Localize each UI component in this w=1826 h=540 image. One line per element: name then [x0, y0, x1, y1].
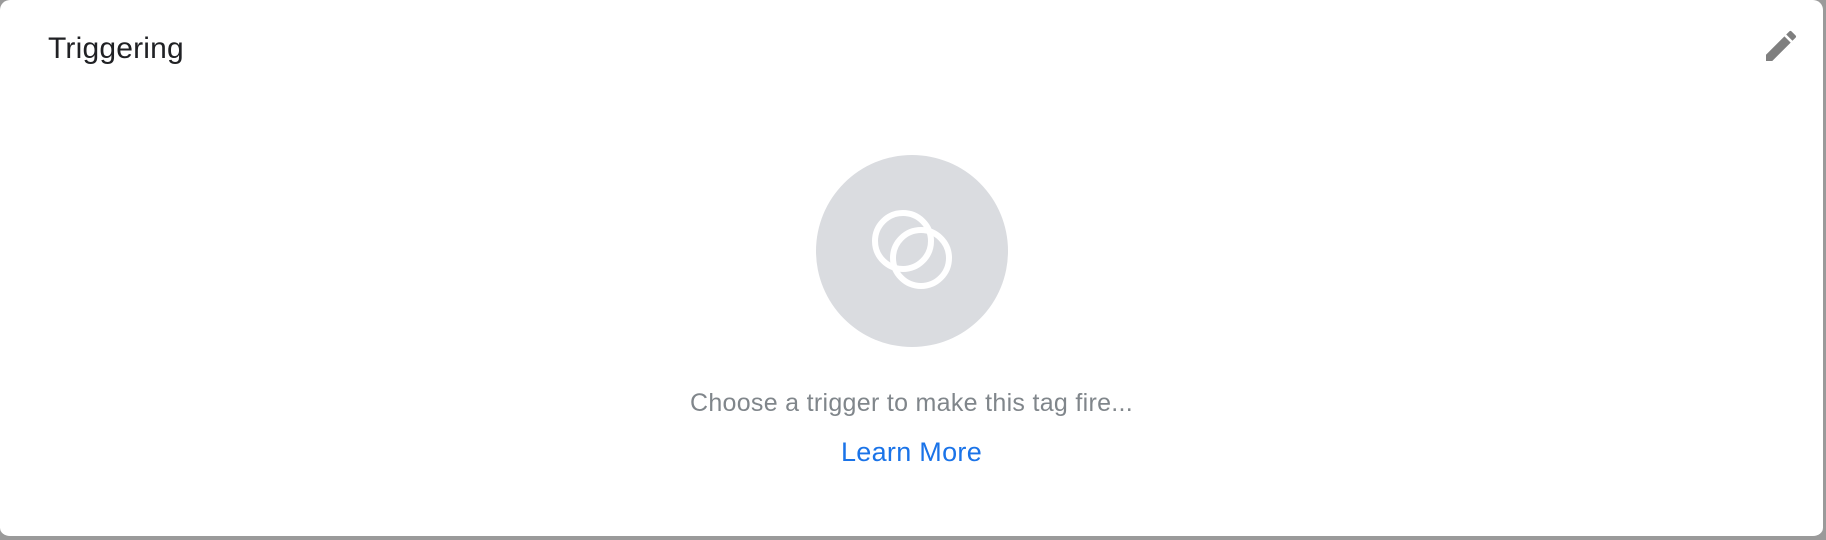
trigger-placeholder	[815, 155, 1008, 347]
trigger-icon	[816, 155, 1008, 347]
empty-state: Choose a trigger to make this tag fire..…	[0, 155, 1823, 469]
card-title: Triggering	[48, 32, 184, 65]
triggering-card: Triggering Choose a trigger to make this…	[0, 0, 1823, 538]
edit-button[interactable]	[1757, 22, 1805, 70]
learn-more-link[interactable]: Learn More	[841, 435, 982, 469]
pencil-icon	[1761, 26, 1801, 66]
empty-state-message: Choose a trigger to make this tag fire..…	[689, 389, 1134, 417]
